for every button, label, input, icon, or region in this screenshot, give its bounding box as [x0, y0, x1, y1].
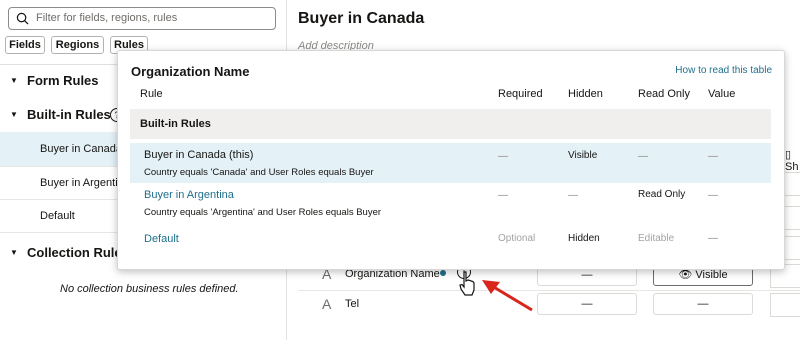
column-header-read-only: Read Only: [638, 88, 690, 100]
column-header-hidden: Hidden: [568, 88, 603, 100]
field-name: Tel: [345, 298, 360, 310]
chip-regions[interactable]: Regions: [51, 36, 104, 54]
column-header-rule: Rule: [140, 88, 163, 100]
required-dot-icon: [440, 270, 446, 276]
chip-fields[interactable]: Fields: [5, 36, 45, 54]
rule-description: Country equals 'Canada' and User Roles e…: [144, 167, 374, 178]
text-field-icon: A: [322, 296, 332, 312]
rule-item-label: Default: [40, 210, 75, 222]
rule-description: Country equals 'Argentina' and User Role…: [144, 207, 382, 218]
value-cell: —: [708, 151, 718, 162]
column-header-required: Required: [498, 88, 543, 100]
collection-empty-text: No collection business rules defined.: [60, 283, 239, 295]
hand-cursor-icon: [459, 271, 475, 296]
search-placeholder: Filter for fields, regions, rules: [36, 12, 178, 24]
rule-name-link[interactable]: Buyer in Argentina: [144, 189, 234, 201]
rule-item-label: Buyer in Argentin: [40, 177, 124, 189]
search-icon: [16, 12, 29, 25]
search-input[interactable]: Filter for fields, regions, rules: [8, 7, 276, 30]
eye-icon: 👁: [678, 269, 693, 281]
value-cell: —: [708, 233, 718, 244]
required-cell: —: [498, 151, 508, 162]
rule-name: Buyer in Canada (this): [144, 149, 254, 161]
hidden-cell: Hidden: [568, 233, 600, 244]
hidden-cell: Visible: [568, 150, 598, 161]
chevron-down-icon[interactable]: ▼: [10, 110, 18, 119]
required-cell: —: [498, 190, 508, 201]
read-only-cell: Read Only: [638, 189, 686, 200]
required-cell: Optional: [498, 233, 536, 244]
field-box[interactable]: [770, 293, 800, 317]
column-header-value: Value: [708, 88, 736, 100]
show-toggle-label: ▯ Sh: [785, 149, 799, 173]
rule-item-label: Buyer in Canada: [40, 143, 122, 155]
collection-rules-heading[interactable]: Collection Rule: [27, 245, 122, 260]
value-cell: —: [708, 190, 718, 201]
page-title[interactable]: Buyer in Canada: [298, 10, 424, 28]
annotation-arrow-icon: [482, 280, 533, 312]
popup-title: Organization Name: [131, 64, 250, 79]
rule-name-link[interactable]: Default: [144, 233, 179, 245]
chevron-down-icon[interactable]: ▼: [10, 76, 18, 85]
form-rules-heading[interactable]: Form Rules: [27, 73, 99, 88]
read-only-cell: —: [638, 151, 648, 162]
hidden-cell: —: [568, 190, 578, 201]
rules-popup: Organization Name How to read this table…: [117, 50, 785, 270]
read-only-cell: Editable: [638, 233, 675, 244]
builtin-rules-heading[interactable]: Built-in Rules: [27, 107, 111, 122]
group-header: Built-in Rules: [130, 109, 771, 139]
visibility-select[interactable]: —: [653, 293, 753, 315]
help-link[interactable]: How to read this table: [675, 65, 772, 76]
group-label: Built-in Rules: [140, 118, 211, 130]
required-select[interactable]: —: [537, 293, 637, 315]
chevron-down-icon[interactable]: ▼: [10, 248, 18, 257]
